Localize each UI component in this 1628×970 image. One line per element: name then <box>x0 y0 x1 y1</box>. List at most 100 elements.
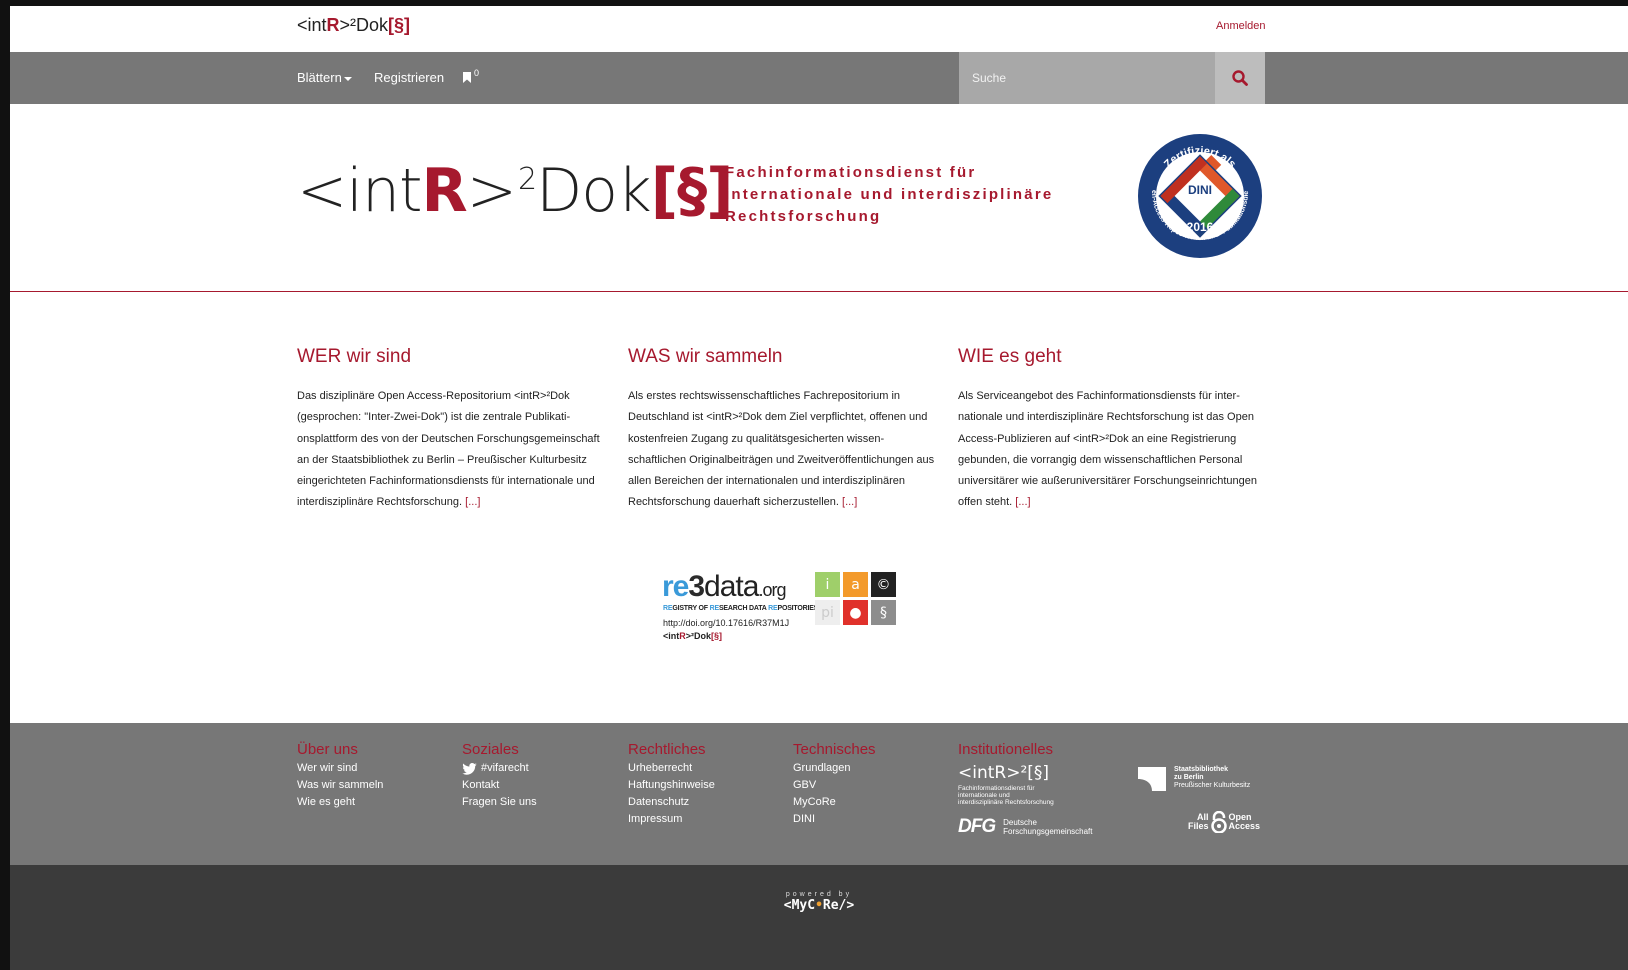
main-logo-sup: 2 <box>517 162 537 197</box>
fid-sub-line: interdisziplinäre Rechtsforschung <box>958 799 1054 806</box>
logo-text-2: >²Dok <box>339 15 389 35</box>
column-who-body: Das disziplinäre Open Access-Repositoriu… <box>297 390 600 509</box>
footer-institutional: Institutionelles <box>958 741 1053 760</box>
footer-link-contact[interactable]: Kontakt <box>462 777 537 794</box>
tagline-line-1: Fachinformationsdienst für <box>725 164 977 181</box>
dini-certificate-badge: Zertifiziert als Open-Access-Repositoriu… <box>1136 132 1262 258</box>
footer-link-what[interactable]: Was wir sammeln <box>297 777 383 794</box>
aof-word: Access <box>1228 821 1261 831</box>
fid-sub-line: internationale und <box>958 792 1010 799</box>
re3data-three: 3 <box>688 570 705 603</box>
re3data-logo: re3data.org <box>662 570 786 604</box>
browse-label: Blättern <box>297 70 342 85</box>
re3data-repo-name: <intR>²Dok[§] <box>663 631 722 641</box>
column-who-title: WER wir sind <box>297 346 412 367</box>
dfg-logo[interactable]: DFG Deutsche Forschungsgemeinschaft <box>958 816 1093 838</box>
copyright-tile-icon: © <box>871 572 896 597</box>
re3data-sub-part: RE <box>709 605 720 612</box>
main-logo-post: Dok <box>536 156 652 226</box>
repo-name-part: [§] <box>711 631 723 641</box>
column-what-title: WAS wir sammeln <box>628 346 783 367</box>
read-more-link[interactable]: [...] <box>842 496 857 508</box>
search-input[interactable] <box>959 52 1215 104</box>
footer-link-dini[interactable]: DINI <box>793 811 876 828</box>
mycore-post: Re/> <box>822 898 855 913</box>
footer-social: Soziales #vifarecht Kontakt Fragen Sie u… <box>462 741 537 811</box>
all-files-open-access-logo[interactable]: All Files Open Access <box>1188 811 1260 833</box>
page: <intR>²Dok[§] Anmelden Blättern Registri… <box>10 6 1628 970</box>
powered-by-label: powered by <box>785 891 853 898</box>
re3data-badge[interactable]: re3data.org REGISTRY OF RESEARCH DATA RE… <box>662 570 902 646</box>
login-link[interactable]: Anmelden <box>1216 20 1266 32</box>
search-button[interactable] <box>1215 52 1265 104</box>
column-who-text: Das disziplinäre Open Access-Repositoriu… <box>297 386 607 514</box>
fid-logo-text: <intR>²[§] <box>958 763 1050 783</box>
main-nav: Blättern Registrieren 0 <box>10 52 1628 104</box>
footer-about: Über uns Wer wir sind Was wir sammeln Wi… <box>297 741 383 811</box>
footer-link-ask[interactable]: Fragen Sie uns <box>462 794 537 811</box>
tile-glyph: i <box>825 576 830 593</box>
read-more-link[interactable]: [...] <box>465 496 480 508</box>
read-more-link[interactable]: [...] <box>1015 496 1030 508</box>
footer-link-mycore[interactable]: MyCoRe <box>793 794 876 811</box>
re3data-sub-part: RE <box>663 605 673 612</box>
footer-inst-title: Institutionelles <box>958 741 1054 758</box>
main-logo-para: [§] <box>650 156 734 226</box>
column-what-text: Als erstes rechtswissenschaftliches Fach… <box>628 386 938 514</box>
powered-by-mycore[interactable]: powered by <MyC•Re/> <box>10 891 1628 913</box>
footer-link-liability[interactable]: Haftungshinweise <box>628 777 715 794</box>
tagline-line-2: internationale und interdisziplinäre <box>725 186 1054 203</box>
dfg-line: Forschungsgemeinschaft <box>1003 827 1093 836</box>
tile-glyph: pi <box>821 604 834 621</box>
browse-menu[interactable]: Blättern <box>297 70 352 85</box>
column-how-title: WIE es geht <box>958 346 1062 367</box>
footer-link-copyright[interactable]: Urheberrecht <box>628 760 715 777</box>
footer-link-gbv[interactable]: GBV <box>793 777 876 794</box>
column-what-body: Als erstes rechtswissenschaftliches Fach… <box>628 390 935 509</box>
footer-legal-title: Rechtliches <box>628 741 706 758</box>
footer-social-title: Soziales <box>462 741 519 758</box>
sbb-line: Staatsbibliothek <box>1174 766 1229 773</box>
open-access-tile-icon: a <box>843 572 868 597</box>
re3data-re: re <box>662 570 689 603</box>
badge-year: 2016 <box>1187 220 1214 234</box>
footer-link-privacy[interactable]: Datenschutz <box>628 794 715 811</box>
fid-sub-line: Fachinformationsdienst für <box>958 785 1035 792</box>
re3data-data: data <box>704 570 759 603</box>
sbb-line: Preußischer Kulturbesitz <box>1174 782 1251 789</box>
badge-center-text: DINI <box>1188 183 1212 197</box>
dfg-text: Deutsche Forschungsgemeinschaft <box>1003 818 1092 836</box>
footer-link-twitter[interactable]: #vifarecht <box>462 760 537 777</box>
main-logo-mid: > <box>466 156 517 226</box>
tagline-line-3: Rechtsforschung <box>725 208 882 225</box>
sbb-line: zu Berlin <box>1174 774 1204 781</box>
bookmark-button[interactable]: 0 <box>462 68 479 84</box>
info-tile-icon: i <box>815 572 840 597</box>
register-link[interactable]: Registrieren <box>374 70 444 85</box>
caret-down-icon <box>343 76 352 81</box>
sbb-logo[interactable]: Staatsbibliothek zu Berlin Preußischer Kul… <box>1138 765 1250 791</box>
open-lock-icon <box>1210 811 1227 833</box>
footer-link-how[interactable]: Wie es geht <box>297 794 383 811</box>
policy-tile-icon: § <box>871 600 896 625</box>
bottom-bar: powered by <MyC•Re/> <box>10 865 1628 970</box>
tile-glyph: a <box>851 576 860 593</box>
search-icon <box>1232 70 1248 86</box>
fid-logo[interactable]: <intR>²[§] Fachinformationsdienst für in… <box>958 763 1054 806</box>
footer-link-imprint[interactable]: Impressum <box>628 811 715 828</box>
window-frame: <intR>²Dok[§] Anmelden Blättern Registri… <box>0 0 1628 970</box>
dfg-mark: DFG <box>958 816 996 837</box>
hero-banner: <intR>2Dok[§] Fachinformationsdienst für… <box>10 104 1628 292</box>
column-how-text: Als Serviceangebot des Fachinformationsd… <box>958 386 1268 514</box>
re3data-subtitle: REGISTRY OF RESEARCH DATA REPOSITORIES <box>663 605 818 612</box>
main-logo-pre: <int <box>297 156 422 226</box>
footer-link-basics[interactable]: Grundlagen <box>793 760 876 777</box>
aof-right: Open Access <box>1229 813 1261 831</box>
twitter-icon <box>462 762 477 775</box>
repo-name-part: <int <box>663 631 680 641</box>
footer-legal: Rechtliches Urheberrecht Haftungshinweis… <box>628 741 715 828</box>
site-logo-small[interactable]: <intR>²Dok[§] <box>297 15 410 36</box>
aof-left: All Files <box>1188 813 1209 831</box>
footer-link-who[interactable]: Wer wir sind <box>297 760 383 777</box>
column-what: WAS wir sammeln Als erstes rechtswissens… <box>628 346 938 514</box>
